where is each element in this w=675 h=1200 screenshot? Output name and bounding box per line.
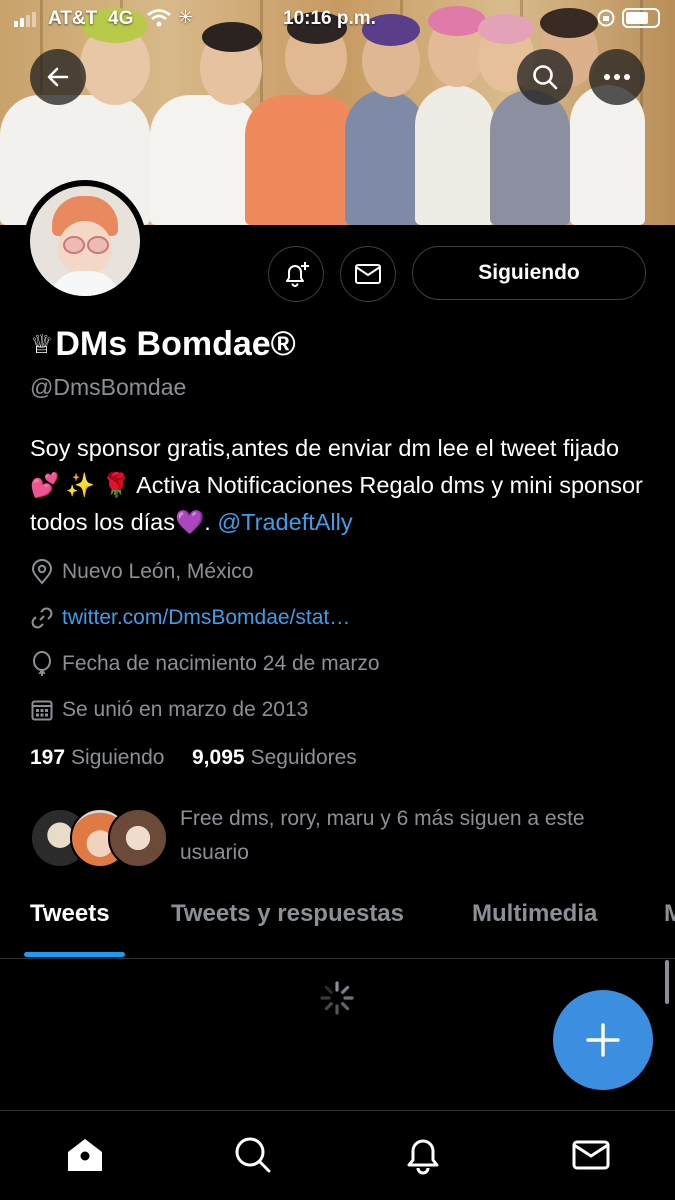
followed-by-avatars[interactable] [30,808,168,868]
carrier-label: AT&T [48,8,98,29]
joined-text: Se unió en marzo de 2013 [62,698,309,721]
followers-count-link[interactable]: 9,095 Seguidores [192,746,357,770]
nav-home-button[interactable] [63,1133,107,1177]
message-button[interactable] [340,246,396,302]
tab-tweets-and-replies[interactable]: Tweets y respuestas [171,900,404,940]
profile-bio: Soy sponsor gratis,antes de enviar dm le… [30,430,650,541]
avatar-image [30,186,140,296]
tabs-divider [0,958,675,959]
following-count: 197 [30,746,66,769]
scrollbar[interactable] [665,960,669,1004]
back-arrow-icon [47,67,69,87]
website-row: twitter.com/DmsBomdae/stat… [30,603,350,633]
more-options-button[interactable] [589,49,645,105]
website-link[interactable]: twitter.com/DmsBomdae/stat… [62,606,350,630]
clock: 10:16 p.m. [283,8,376,29]
birthday-row: Fecha de nacimiento 24 de marzo [30,649,380,679]
location-text: Nuevo León, México [62,560,254,583]
search-icon [235,1137,271,1173]
followers-label: Seguidores [250,746,357,769]
following-count-link[interactable]: 197 Siguiendo [30,746,164,770]
notifications-icon [407,1139,439,1175]
search-icon [533,65,558,90]
activity-icon: ✳ [178,7,194,27]
signal-icon [14,12,36,27]
nav-messages-button[interactable] [569,1133,613,1177]
calendar-icon [31,700,53,721]
birthday-text: Fecha de nacimiento 24 de marzo [62,652,380,675]
following-label: Siguiendo [71,746,165,769]
nav-search-button[interactable] [231,1133,275,1177]
bio-mention-link[interactable]: @TradeftAlly [217,509,352,535]
location-pin-icon [31,559,53,585]
more-icon [604,74,630,80]
balloon-icon [33,651,51,676]
link-icon [31,607,53,629]
search-button[interactable] [517,49,573,105]
orientation-lock-icon [597,9,615,27]
profile-name-row: ♕ DMs Bomdae® [30,322,296,366]
tab-tweets[interactable]: Tweets [30,900,110,940]
tab-media[interactable]: Multimedia [472,900,597,940]
crown-icon: ♕ [30,328,54,359]
battery-icon [622,8,660,28]
profile-avatar[interactable] [24,180,146,302]
mail-icon [355,264,381,284]
compose-tweet-button[interactable] [553,990,653,1090]
plus-icon [586,1023,620,1057]
network-label: 4G [108,8,134,29]
tab-likes[interactable]: M [664,900,675,940]
messages-icon [572,1140,610,1170]
status-bar: AT&T 4G ✳ 10:16 p.m. [0,0,675,36]
profile-handle: @DmsBomdae [30,374,187,400]
home-icon [68,1139,102,1171]
location-row: Nuevo León, México [30,557,253,587]
active-tab-indicator [24,952,125,957]
loading-spinner-icon [320,981,354,1015]
following-button-label: Siguiendo [478,261,580,284]
notifications-toggle-button[interactable] [268,246,324,302]
wifi-icon [147,9,171,27]
back-button[interactable] [30,49,86,105]
followers-count: 9,095 [192,746,245,769]
display-name: DMs Bomdae® [55,324,296,363]
followed-by-text[interactable]: Free dms, rory, maru y 6 más siguen a es… [180,802,650,870]
following-button[interactable]: Siguiendo [412,246,646,300]
follower-avatar [108,808,168,868]
nav-notifications-button[interactable] [401,1133,445,1177]
joined-row: Se unió en marzo de 2013 [30,695,308,725]
bell-plus-icon [286,262,309,287]
